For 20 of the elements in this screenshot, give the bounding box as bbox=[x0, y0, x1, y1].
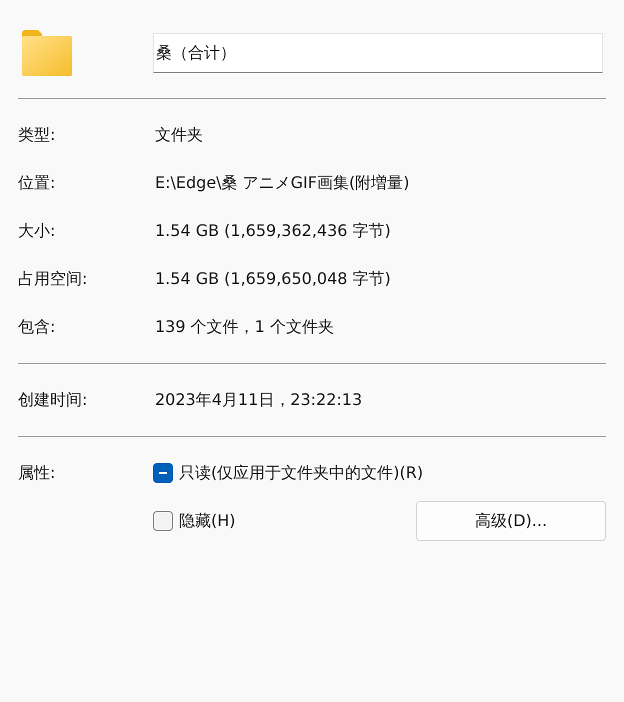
name-field[interactable]: 桑（合计） bbox=[153, 33, 603, 73]
property-value: 文件夹 bbox=[155, 124, 203, 146]
folder-icon bbox=[22, 30, 72, 76]
checkbox[interactable] bbox=[153, 511, 173, 531]
property-value: E:\Edge\桑 アニメGIF画集(附増量) bbox=[155, 172, 410, 194]
property-value: 2023年4月11日，23:22:13 bbox=[155, 389, 362, 411]
property-value: 1.54 GB (1,659,650,048 字节) bbox=[155, 268, 391, 290]
property-label: 大小: bbox=[18, 220, 56, 242]
property-label: 包含: bbox=[18, 316, 56, 338]
property-label: 创建时间: bbox=[18, 389, 88, 411]
advanced-button[interactable]: 高级(D)... bbox=[416, 501, 606, 541]
property-label: 属性: bbox=[18, 462, 56, 484]
property-value: 139 个文件，1 个文件夹 bbox=[155, 316, 334, 338]
checkbox-label[interactable]: 隐藏(H) bbox=[179, 509, 236, 533]
property-label: 类型: bbox=[18, 124, 56, 146]
checkbox[interactable] bbox=[153, 463, 173, 483]
checkbox-label[interactable]: 只读(仅应用于文件夹中的文件)(R) bbox=[179, 461, 424, 485]
property-label: 占用空间: bbox=[18, 268, 88, 290]
property-value: 1.54 GB (1,659,362,436 字节) bbox=[155, 220, 391, 242]
property-label: 位置: bbox=[18, 172, 56, 194]
